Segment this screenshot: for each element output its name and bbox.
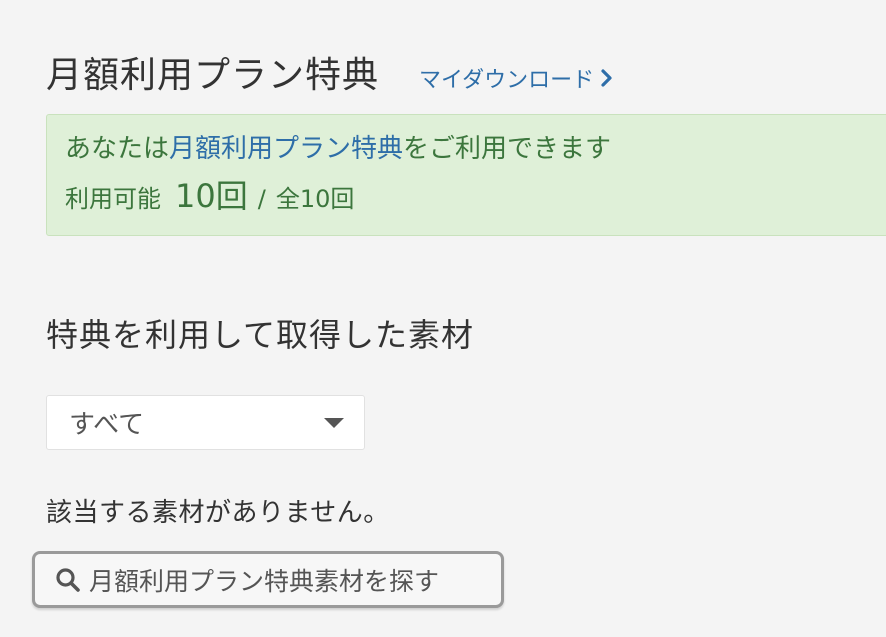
search-plan-assets-button[interactable]: 月額利用プラン特典素材を探す <box>32 551 504 608</box>
available-count: 10回 <box>175 177 248 215</box>
count-separator: / <box>257 185 266 213</box>
filter-dropdown[interactable]: すべて <box>46 395 365 450</box>
filter-selected-value: すべて <box>69 410 145 440</box>
available-label: 利用可能 <box>65 185 161 213</box>
my-download-link[interactable]: マイダウンロード <box>419 62 614 94</box>
my-download-label: マイダウンロード <box>419 68 595 93</box>
plan-name-highlight: 月額利用プラン特典 <box>169 134 404 164</box>
alert-suffix: をご利用できます <box>403 134 612 164</box>
caret-down-icon <box>324 417 344 428</box>
page-title: 月額利用プラン特典 <box>46 55 380 96</box>
empty-message: 該当する素材がありません。 <box>46 498 390 528</box>
page-header: 月額利用プラン特典 マイダウンロード <box>46 46 614 98</box>
search-icon <box>56 567 80 592</box>
total-count: 全10回 <box>275 185 355 213</box>
section-title: 特典を利用して取得した素材 <box>46 316 475 354</box>
page: 月額利用プラン特典 マイダウンロード あなたは月額利用プラン特典をご利用できます… <box>0 0 886 637</box>
alert-prefix: あなたは <box>65 134 170 164</box>
search-button-label: 月額利用プラン特典素材を探す <box>89 566 440 596</box>
usage-counter: 利用可能 10回 / 全10回 <box>65 171 886 217</box>
plan-availability-message: あなたは月額利用プラン特典をご利用できます <box>65 131 886 167</box>
chevron-right-icon <box>601 69 612 87</box>
plan-status-alert: あなたは月額利用プラン特典をご利用できます 利用可能 10回 / 全10回 <box>46 114 886 236</box>
